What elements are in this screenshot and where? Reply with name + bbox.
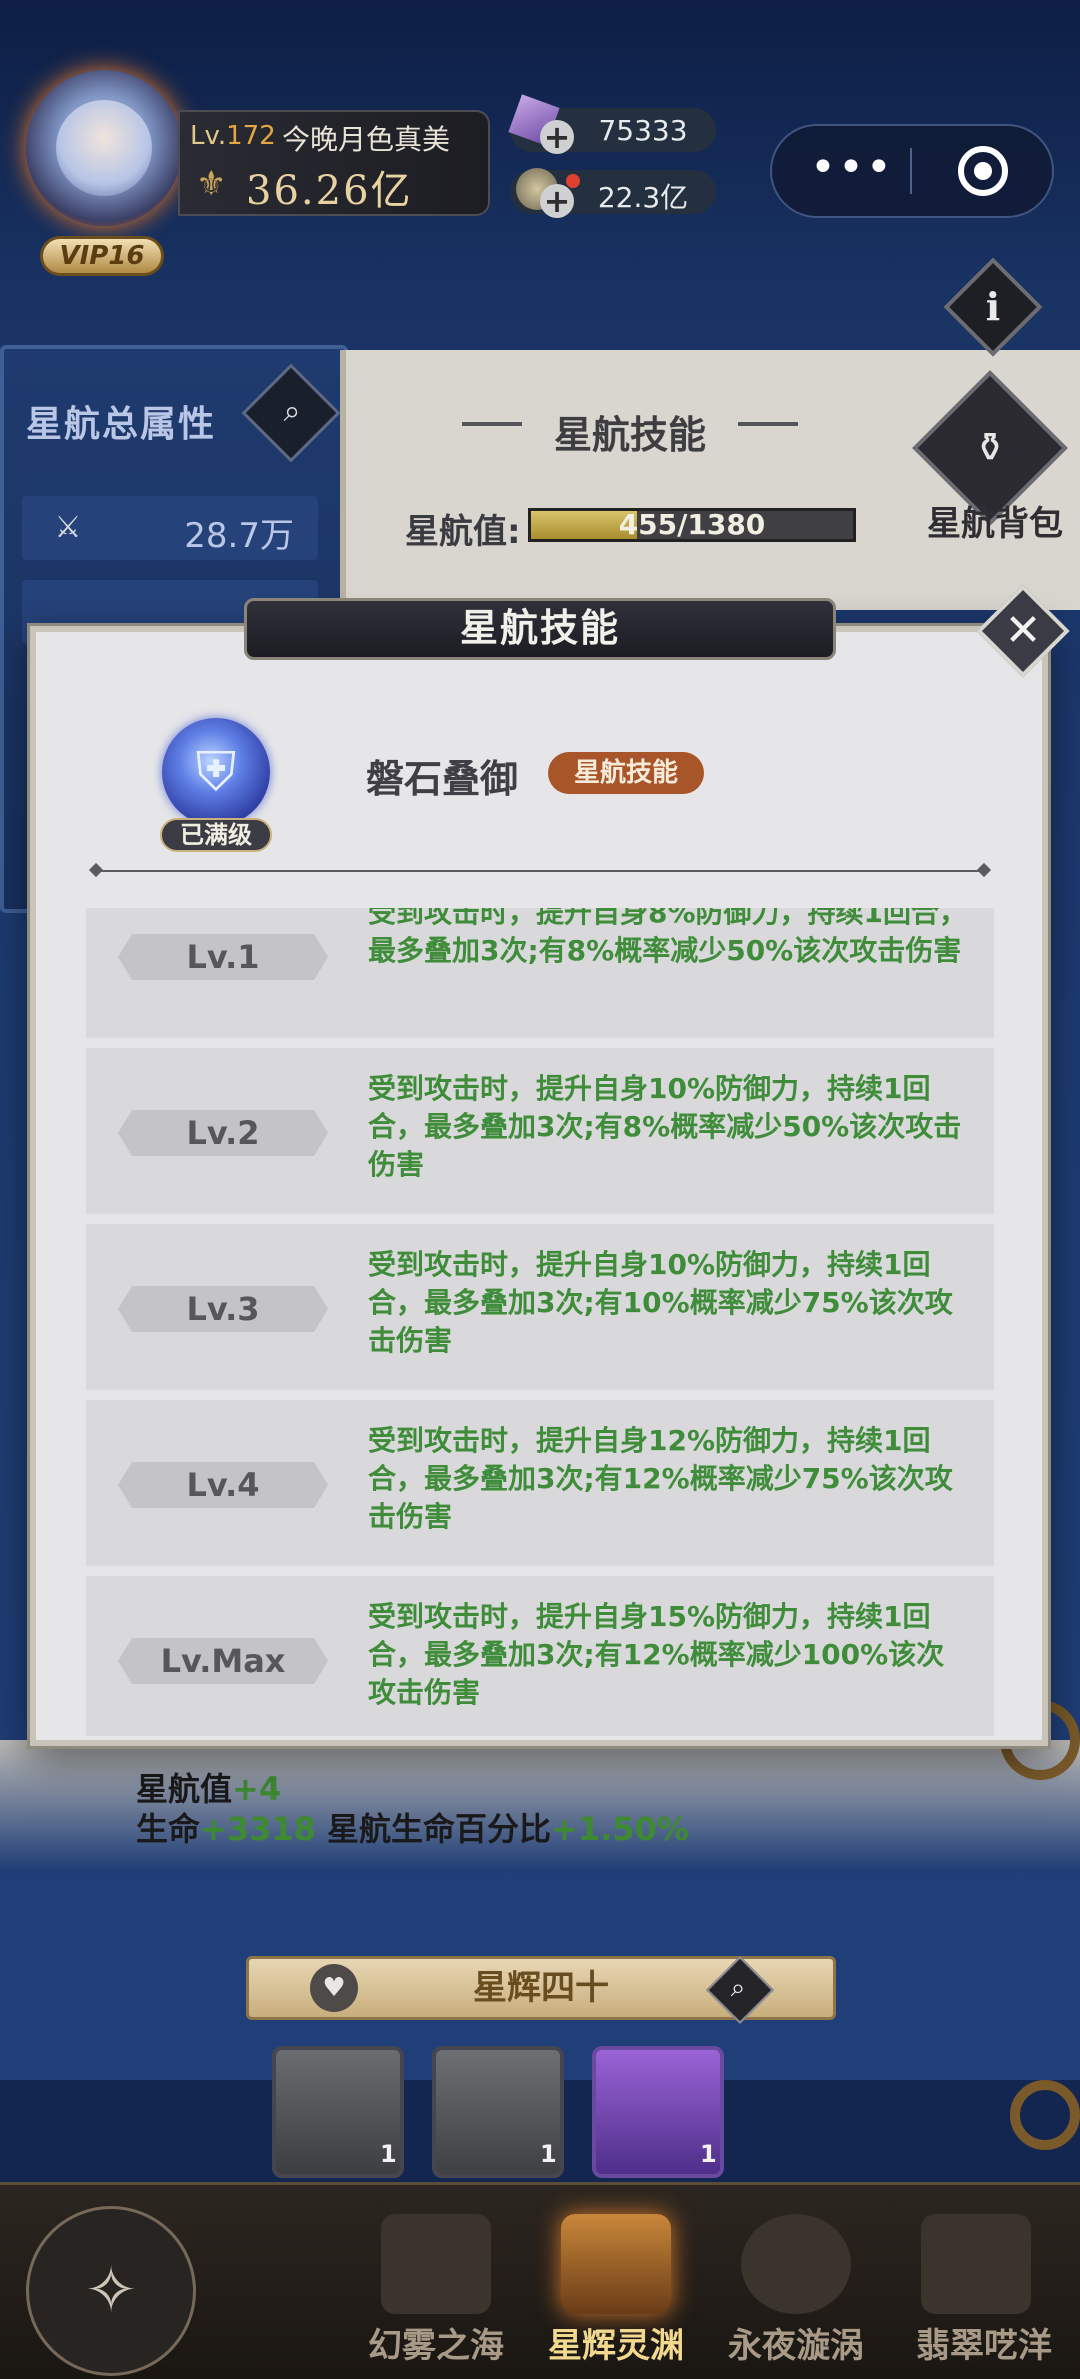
nav-label: 翡翠呓洋: [916, 2326, 1052, 2366]
level-description: 受到攻击时，提升自身8%防御力，持续1回合，最多叠加3次;有8%概率减少50%该…: [368, 908, 968, 967]
combat-power-value: 36.26亿: [246, 168, 413, 214]
total-attributes-title: 星航总属性: [26, 404, 217, 445]
card-count: 1: [700, 2140, 717, 2168]
target-icon: [974, 162, 992, 180]
level-description: 受到攻击时，提升自身10%防御力，持续1回合，最多叠加3次;有8%概率减少50%…: [368, 1072, 962, 1181]
flag-icon: [381, 2214, 491, 2314]
skill-type-tag: 星航技能: [548, 752, 704, 794]
level-description: 受到攻击时，提升自身12%防御力，持续1回合，最多叠加3次;有12%概率减少75…: [368, 1424, 953, 1533]
coin-amount: 22.3亿: [597, 181, 689, 214]
nav-label: 永夜漩涡: [728, 2326, 864, 2366]
card-count: 1: [380, 2140, 397, 2168]
avatar: [56, 100, 152, 196]
level-row-max: Lv.Max 受到攻击时，提升自身15%防御力，持续1回合，最多叠加3次;有12…: [86, 1576, 994, 1736]
nav-label: 星辉灵渊: [548, 2326, 684, 2366]
level-label: Lv.Max: [118, 1638, 328, 1684]
capsule-divider: [910, 148, 912, 194]
level-list[interactable]: Lv.1 受到攻击时，提升自身8%防御力，持续1回合，最多叠加3次;有8%概率减…: [86, 908, 994, 1736]
player-level-number: 172: [226, 121, 276, 151]
ship-icon: [921, 2214, 1031, 2314]
level-label: Lv.1: [118, 934, 328, 980]
nav-label: 幻雾之海: [368, 2326, 504, 2366]
vortex-icon: [741, 2214, 851, 2314]
level-label: Lv.3: [118, 1286, 328, 1332]
modal-title: 星航技能: [459, 606, 620, 650]
activate-wheel-decoration: [1010, 2080, 1080, 2150]
stats-hp: 生命+3318 星航生命百分比+1.50%: [136, 1810, 689, 1848]
player-level: Lv.172: [190, 121, 276, 151]
compass-icon: ✧: [84, 2254, 138, 2328]
heart-icon[interactable]: ♥: [310, 1964, 358, 2012]
search-icon: ⌕: [730, 1973, 746, 2003]
star-bag-label: 星航背包: [927, 504, 1063, 544]
level-row-2: Lv.2 受到攻击时，提升自身10%防御力，持续1回合，最多叠加3次;有8%概率…: [86, 1048, 994, 1214]
gem-amount: 75333: [598, 114, 688, 147]
vip-badge: VIP16: [40, 236, 164, 276]
star-value-label: 星航值:: [405, 512, 521, 552]
shield-icon: ⛨: [195, 740, 237, 803]
combat-power-icon: ⚜: [196, 164, 227, 204]
skill-section-title: 星航技能: [553, 413, 706, 457]
level-label: Lv.4: [118, 1462, 328, 1508]
attr-value-attack: 28.7万: [184, 516, 294, 556]
card-count: 1: [540, 2140, 557, 2168]
level-row-4: Lv.4 受到攻击时，提升自身12%防御力，持续1回合，最多叠加3次;有12%概…: [86, 1400, 994, 1566]
player-name: 今晚月色真美: [282, 123, 451, 156]
search-icon: ⌕: [283, 394, 301, 429]
star-value-progress-text: 455/1380: [618, 508, 766, 541]
level-row-1: Lv.1 受到攻击时，提升自身8%防御力，持续1回合，最多叠加3次;有8%概率减…: [86, 908, 994, 1038]
level-description: 受到攻击时，提升自身10%防御力，持续1回合，最多叠加3次;有10%概率减少75…: [368, 1248, 953, 1357]
close-icon: ✕: [1004, 605, 1042, 656]
more-options-icon[interactable]: •••: [810, 146, 892, 194]
level-description: 受到攻击时，提升自身15%防御力，持续1回合，最多叠加3次;有12%概率减少10…: [368, 1600, 945, 1709]
level-label: Lv.2: [118, 1110, 328, 1156]
level-row-3: Lv.3 受到攻击时，提升自身10%防御力，持续1回合，最多叠加3次;有10%概…: [86, 1224, 994, 1390]
crystal-icon: [561, 2214, 671, 2314]
modal-divider: [96, 870, 984, 872]
max-level-badge: 已满级: [160, 818, 272, 852]
info-icon: i: [985, 284, 1001, 329]
bag-icon: ⚱: [973, 425, 1007, 471]
skill-name: 磐石叠御: [366, 757, 519, 801]
